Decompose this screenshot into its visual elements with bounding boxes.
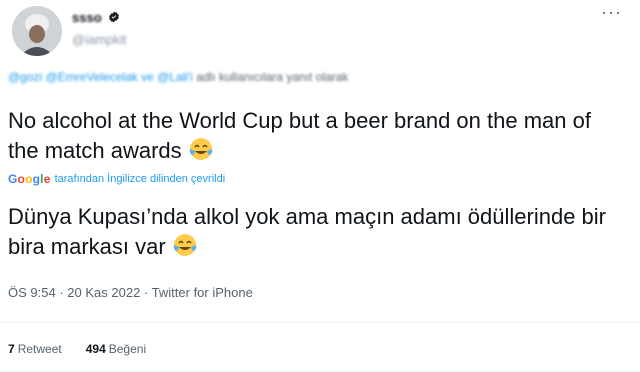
translated-text-content: Dünya Kupası’nda alkol yok ama maçın ada…: [8, 204, 606, 259]
retweet-count: 7: [8, 342, 15, 356]
avatar[interactable]: [12, 6, 62, 56]
tweet-meta: ÖS 9:54 · 20 Kas 2022 · Twitter for iPho…: [8, 285, 253, 300]
more-horizontal-icon[interactable]: ···: [601, 2, 622, 23]
reply-label: adlı kullanıcılara yanıt olarak: [196, 70, 349, 84]
meta-separator: ·: [143, 285, 149, 300]
name-row: ssso: [72, 8, 126, 26]
display-name[interactable]: ssso: [72, 10, 102, 25]
like-count: 494: [85, 342, 106, 356]
face-with-tears-of-joy-icon: [173, 234, 196, 256]
tweet-date[interactable]: 20 Kas 2022: [67, 285, 140, 300]
handle[interactable]: @iampkit: [72, 32, 126, 47]
tweet-time[interactable]: ÖS 9:54: [8, 285, 56, 300]
tweet-source[interactable]: Twitter for iPhone: [152, 285, 253, 300]
meta-separator: ·: [59, 285, 64, 300]
tweet-text-content: No alcohol at the World Cup but a beer b…: [8, 108, 591, 163]
retweet-label: Retweet: [17, 342, 62, 356]
author-block[interactable]: ssso @iampkit: [72, 8, 126, 48]
like-label: Beğeni: [108, 342, 147, 356]
divider: [0, 322, 640, 323]
tweet-text: No alcohol at the World Cup but a beer b…: [8, 106, 618, 166]
verified-badge-icon: [108, 11, 119, 23]
translated-text: Dünya Kupası’nda alkol yok ama maçın ada…: [8, 202, 618, 262]
face-with-tears-of-joy-icon: [189, 138, 212, 160]
tweet-stats: 7 Retweet 494 Beğeni: [8, 342, 146, 356]
translation-attribution[interactable]: Google tarafından İngilizce dilinden çev…: [8, 172, 225, 186]
reply-mentions[interactable]: @gozi @EmreVelecelak ve @Lali'i: [8, 70, 193, 84]
reply-context: @gozi @EmreVelecelak ve @Lali'i adlı kul…: [8, 70, 348, 84]
avatar-image: [12, 6, 62, 56]
google-logo: Google: [8, 172, 51, 186]
translation-label[interactable]: tarafından İngilizce dilinden çevrildi: [55, 173, 226, 185]
retweet-stat[interactable]: 7 Retweet: [8, 342, 62, 356]
tweet-card: ssso @iampkit ··· @gozi @EmreVelecelak v…: [0, 0, 640, 372]
like-stat[interactable]: 494 Beğeni: [86, 342, 146, 356]
